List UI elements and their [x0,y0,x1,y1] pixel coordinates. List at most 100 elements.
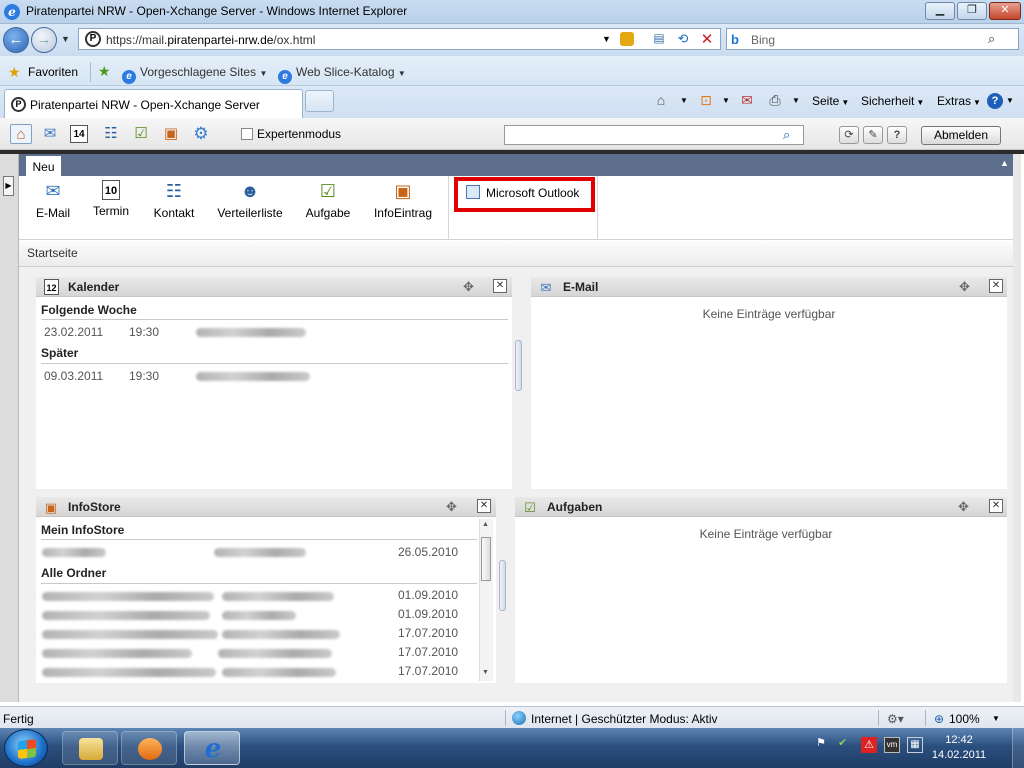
address-dropdown-icon[interactable]: ▼ [602,34,611,44]
minimize-button[interactable]: ▁ [925,2,955,20]
move-icon[interactable]: ✥ [446,499,457,515]
back-button[interactable]: ← [3,27,29,53]
microsoft-outlook-button[interactable]: Microsoft Outlook [466,185,579,200]
collapse-ribbon-icon[interactable]: ▲ [1000,158,1009,168]
help-dropdown-icon[interactable]: ▼ [1006,96,1014,105]
ox-settings-icon[interactable]: ⚙ [190,124,212,144]
feeds-dropdown-icon[interactable]: ▼ [722,96,730,105]
fav-item-web-slice[interactable]: e Web Slice-Katalog ▼ [278,65,406,84]
infostore-scrollbar[interactable]: ▲ ▼ [479,519,493,681]
file-date[interactable]: 01.09.2010 [398,588,458,602]
show-desktop-button[interactable] [1012,728,1024,768]
ox-contacts-icon[interactable]: ☷ [100,124,122,144]
redacted-folder-name[interactable] [222,611,296,620]
widget-splitter-handle[interactable] [515,340,522,391]
redacted-file-name[interactable] [42,592,214,601]
address-bar[interactable]: P https://mail.piratenpartei-nrw.de/ox.h… [78,28,721,50]
tab-ox-server[interactable]: P Piratenpartei NRW - Open-Xchange Serve… [4,89,303,118]
scrollbar-thumb[interactable] [481,537,491,581]
print-icon[interactable]: ⎙ [766,92,784,108]
antivirus-icon[interactable]: ⚠ [861,737,877,753]
system-clock[interactable]: 12:42 14.02.2011 [928,733,990,763]
taskbar-media-player[interactable] [121,731,177,765]
start-button[interactable] [4,729,48,767]
redacted-folder-name[interactable] [222,668,336,677]
file-date[interactable]: 01.09.2010 [398,607,458,621]
breadcrumb-home[interactable]: Startseite [27,246,78,260]
close-window-button[interactable]: ✕ [989,2,1021,20]
new-email-button[interactable]: ✉ E-Mail [34,180,72,220]
feeds-icon[interactable]: ⊡ [697,92,715,108]
infostore-widget-header[interactable]: ▣ InfoStore ✥ ✕ [36,497,496,517]
redacted-file-name[interactable] [42,649,192,658]
address-url[interactable]: https://mail.piratenpartei-nrw.de/ox.htm… [106,33,315,47]
file-date[interactable]: 26.05.2010 [398,545,458,559]
taskbar-explorer[interactable] [62,731,118,765]
ox-search-input[interactable]: ⌕ [504,125,804,145]
event-date[interactable]: 23.02.2011 [44,325,103,339]
new-info-item-button[interactable]: ▣ InfoEintrag [369,180,437,220]
search-placeholder[interactable]: Bing [751,33,775,47]
network-icon[interactable]: ▦ [907,737,923,753]
event-date[interactable]: 09.03.2011 [44,369,103,383]
redacted-event-title[interactable] [196,372,310,381]
maximize-button[interactable]: ❐ [957,2,987,20]
move-icon[interactable]: ✥ [463,279,474,295]
menu-safety[interactable]: Sicherheit ▼ [861,94,924,108]
new-distribution-list-button[interactable]: ☻ Verteilerliste [213,180,287,220]
expert-mode-checkbox[interactable] [241,128,253,140]
read-mail-icon[interactable]: ✉ [738,92,756,108]
search-icon[interactable]: ⌕ [988,31,995,47]
home-dropdown-icon[interactable]: ▼ [680,96,688,105]
forward-button[interactable]: → [31,27,57,53]
stop-icon[interactable]: ✕ [699,30,715,48]
refresh-icon[interactable]: ⟲ [675,31,691,47]
tab-new[interactable]: Neu [26,154,61,176]
new-appointment-button[interactable]: 10 Termin [89,180,133,218]
add-favorite-icon[interactable]: ★ [98,63,111,80]
redacted-file-name[interactable] [42,630,218,639]
new-contact-button[interactable]: ☷ Kontakt [149,180,199,220]
scroll-down-icon[interactable]: ▼ [482,669,489,676]
recent-pages-dropdown-icon[interactable]: ▼ [61,34,70,44]
file-date[interactable]: 17.07.2010 [398,664,458,678]
email-widget-header[interactable]: ✉ E-Mail ✥ ✕ [531,277,1007,297]
print-dropdown-icon[interactable]: ▼ [792,96,800,105]
fav-item-suggested-sites[interactable]: e Vorgeschlagene Sites ▼ [122,65,267,84]
lock-icon[interactable] [620,32,634,46]
redacted-event-title[interactable] [196,328,306,337]
close-widget-icon[interactable]: ✕ [989,279,1003,293]
favorites-button[interactable]: Favoriten [28,65,78,79]
menu-page[interactable]: Seite ▼ [812,94,849,108]
move-icon[interactable]: ✥ [959,279,970,295]
redacted-folder-name[interactable] [214,548,306,557]
zoom-icon[interactable]: ⊕ [934,712,944,726]
close-widget-icon[interactable]: ✕ [477,499,491,513]
internet-zone-icon[interactable] [512,711,526,725]
ox-tasks-icon[interactable]: ☑ [130,124,152,144]
ox-infostore-icon[interactable]: ▣ [160,124,182,144]
move-icon[interactable]: ✥ [958,499,969,515]
zoom-level[interactable]: 100% [949,712,980,726]
redacted-file-name[interactable] [42,611,210,620]
protected-mode-icon[interactable]: ⚙▾ [887,712,904,726]
ox-tools-button[interactable]: ✎ [863,126,883,144]
taskbar-internet-explorer[interactable]: e [184,731,240,765]
calendar-widget-header[interactable]: 12 Kalender ✥ ✕ [36,277,512,297]
page-scrollbar[interactable] [1013,154,1021,702]
ox-calendar-icon[interactable]: 14 [70,125,88,143]
event-time[interactable]: 19:30 [129,369,159,383]
home-icon[interactable]: ⌂ [652,92,670,108]
ox-home-icon[interactable]: ⌂ [10,124,32,144]
redacted-folder-name[interactable] [218,649,332,658]
security-zone-text[interactable]: Internet | Geschützter Modus: Aktiv [531,712,718,726]
expand-panel-icon[interactable]: ▶ [3,176,14,196]
event-time[interactable]: 19:30 [129,325,159,339]
zoom-dropdown-icon[interactable]: ▼ [992,714,1000,723]
ox-mail-icon[interactable]: ✉ [39,124,61,144]
search-icon[interactable]: ⌕ [783,127,790,143]
redacted-folder-name[interactable] [222,592,334,601]
vm-icon[interactable]: vm [884,737,900,753]
security-icon[interactable]: ✔ [838,736,847,749]
file-date[interactable]: 17.07.2010 [398,645,458,659]
